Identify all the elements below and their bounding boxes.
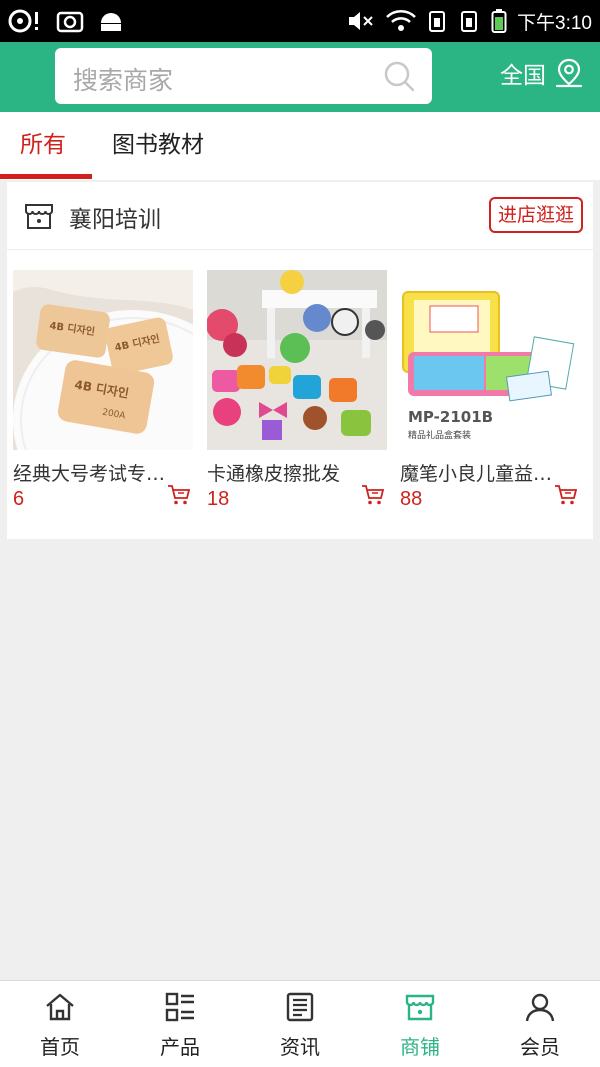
android-icon xyxy=(101,13,121,31)
product-name: 经典大号考试专用橡皮擦 xyxy=(13,463,179,485)
status-right-icons: 下午3:10 xyxy=(347,6,592,36)
shop-header[interactable]: 襄阳培训 进店逛逛 xyxy=(7,182,593,250)
location-pin-icon xyxy=(555,58,583,88)
product-name: 魔笔小良儿童益智点读 xyxy=(400,463,566,485)
tab-all[interactable]: 所有 xyxy=(20,112,66,180)
active-tab-indicator xyxy=(0,174,92,179)
record-icon xyxy=(8,9,38,33)
status-left-icons xyxy=(8,8,124,34)
home-icon xyxy=(46,993,74,1021)
sim2-signal-icon xyxy=(461,11,478,32)
tab-books[interactable]: 图书教材 xyxy=(112,112,204,180)
search-input[interactable]: 搜索商家 xyxy=(55,48,432,104)
svg-text:精品礼品盒套装: 精品礼品盒套装 xyxy=(408,429,471,441)
store-icon xyxy=(25,204,53,229)
search-icon[interactable] xyxy=(382,59,416,93)
nav-label: 商铺 xyxy=(400,1035,440,1059)
svg-text:MP-2101B: MP-2101B xyxy=(408,408,493,426)
news-icon xyxy=(286,992,314,1022)
nav-label: 会员 xyxy=(520,1035,560,1059)
user-icon xyxy=(525,993,555,1022)
nav-label: 首页 xyxy=(40,1035,80,1059)
sim1-signal-icon xyxy=(429,11,446,32)
nav-member[interactable]: 会员 xyxy=(480,981,600,1067)
nav-stores[interactable]: 商铺 xyxy=(360,981,480,1067)
product-card[interactable]: MP-2101B 精品礼品盒套装 魔笔小良儿童益智点读 88 xyxy=(400,270,580,511)
product-image xyxy=(207,270,387,450)
region-selector[interactable]: 全国 xyxy=(500,56,584,90)
search-placeholder: 搜索商家 xyxy=(73,66,174,95)
category-tabs: 所有 图书教材 xyxy=(0,112,600,180)
product-image: 4B 디자인 4B 디자인 4B 디자인 200A xyxy=(13,270,193,450)
nav-home[interactable]: 首页 xyxy=(0,981,120,1067)
product-price: 88 xyxy=(400,488,423,510)
product-card[interactable]: 4B 디자인 4B 디자인 4B 디자인 200A 经典大号考试专用橡皮擦 6 xyxy=(13,270,193,511)
cart-icon[interactable] xyxy=(361,484,385,506)
bottom-nav: 首页 产品 资讯 商铺 会员 xyxy=(0,980,600,1067)
nav-news[interactable]: 资讯 xyxy=(240,981,360,1067)
battery-icon xyxy=(491,9,507,33)
product-card[interactable]: 卡通橡皮擦批发 18 xyxy=(207,270,387,511)
cart-icon[interactable] xyxy=(554,484,578,506)
nav-label: 资讯 xyxy=(280,1035,320,1059)
status-time: 下午3:10 xyxy=(517,12,592,34)
product-name: 卡通橡皮擦批发 xyxy=(207,463,341,485)
nav-products[interactable]: 产品 xyxy=(120,981,240,1067)
wifi-icon xyxy=(386,10,416,31)
product-price: 6 xyxy=(13,488,25,510)
mute-icon xyxy=(349,12,373,30)
region-label: 全国 xyxy=(500,63,546,89)
product-image: MP-2101B 精品礼品盒套装 xyxy=(400,270,580,450)
status-bar: 下午3:10 xyxy=(0,0,600,42)
product-grid-icon xyxy=(165,992,194,1022)
top-header: 搜索商家 全国 xyxy=(0,42,600,112)
enter-shop-button[interactable]: 进店逛逛 xyxy=(488,197,583,233)
cart-icon[interactable] xyxy=(167,484,191,506)
store-icon xyxy=(405,994,435,1021)
nav-label: 产品 xyxy=(160,1035,200,1059)
screenshot-icon xyxy=(56,11,84,33)
shop-name: 襄阳培训 xyxy=(69,207,161,233)
product-price: 18 xyxy=(207,488,230,510)
shop-card: 襄阳培训 进店逛逛 4B 디자인 4B 디자인 4B 디자인 200A 经典大号… xyxy=(7,182,593,539)
